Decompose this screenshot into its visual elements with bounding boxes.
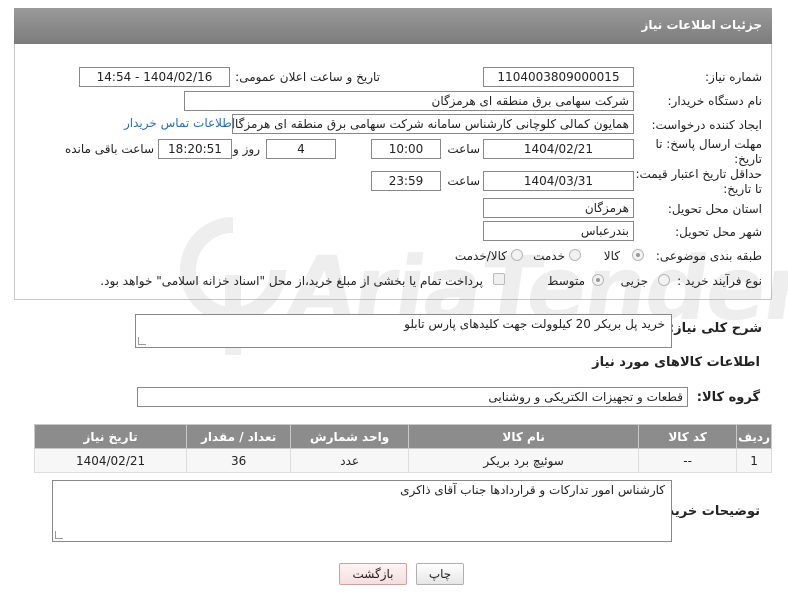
description-label: شرح کلی نیاز:: [668, 321, 762, 336]
description-text: خرید پل بریکر 20 کیلوولت جهت کلیدهای پار…: [404, 317, 665, 331]
validity-time-label: ساعت: [447, 174, 480, 188]
days-field: 4: [266, 139, 336, 159]
deadline-time-label: ساعت: [447, 142, 480, 156]
cell-unit: عدد: [290, 448, 410, 473]
process-option-medium: متوسط: [547, 274, 585, 288]
back-button[interactable]: بازگشت: [339, 563, 407, 585]
goods-group-field: قطعات و تجهیزات الکتریکی و روشنایی: [137, 387, 688, 407]
validity-date-field: 1404/03/31: [483, 171, 634, 191]
description-textarea[interactable]: خرید پل بریکر 20 کیلوولت جهت کلیدهای پار…: [135, 314, 672, 348]
process-option-minor: جزیی: [620, 274, 648, 288]
cell-need-date: 1404/02/21: [33, 448, 188, 473]
buyer-notes-textarea[interactable]: کارشناس امور تدارکات و قراردادها جناب آق…: [52, 480, 672, 542]
city-field: بندرعباس: [483, 221, 634, 241]
deadline-date-field: 1404/02/21: [483, 139, 634, 159]
process-radio-minor[interactable]: [658, 274, 670, 286]
province-label: استان محل تحویل:: [667, 202, 762, 216]
goods-table: ردیف کد کالا نام کالا واحد شمارش تعداد /…: [33, 424, 772, 473]
col-header-name: نام کالا: [408, 424, 640, 449]
col-header-quantity: تعداد / مقدار: [186, 424, 292, 449]
validity-time-field: 23:59: [371, 171, 441, 191]
remaining-time-field: 18:20:51: [158, 139, 232, 159]
announce-date-label: تاریخ و ساعت اعلان عمومی:: [235, 70, 380, 84]
buyer-notes-text: کارشناس امور تدارکات و قراردادها جناب آق…: [400, 483, 665, 497]
col-header-unit: واحد شمارش: [290, 424, 410, 449]
resize-handle-icon[interactable]: [55, 531, 63, 539]
col-header-need-date: تاریخ نیاز: [33, 424, 188, 449]
buyer-contact-link[interactable]: اطلاعات تماس خریدار: [124, 116, 235, 130]
province-field: هرمزگان: [483, 198, 634, 218]
buyer-field: شرکت سهامی برق منطقه ای هرمزگان: [184, 91, 634, 111]
deadline-label: مهلت ارسال پاسخ: تا تاریخ:: [655, 137, 762, 166]
creator-field: همایون کمالی کلوچانی کارشناس سامانه شرکت…: [232, 114, 634, 134]
category-radio-goods[interactable]: [632, 249, 644, 261]
treasury-payment-checkbox[interactable]: [493, 273, 505, 285]
buyer-label: نام دستگاه خریدار:: [667, 94, 763, 108]
cell-quantity: 36: [186, 448, 292, 473]
need-number-label: شماره نیاز:: [705, 70, 762, 84]
cell-row: 1: [736, 448, 772, 473]
need-number-field: 1104003809000015: [483, 67, 634, 87]
cell-name: سوئیچ برد بریکر: [408, 448, 640, 473]
panel-title: جزئیات اطلاعات نیاز: [14, 8, 772, 44]
col-header-row: ردیف: [736, 424, 772, 449]
goods-section-title: اطلاعات کالاهای مورد نیاز: [592, 355, 760, 370]
days-label: روز و: [233, 142, 260, 156]
category-label: طبقه بندی موضوعی:: [655, 249, 762, 263]
validity-label: حداقل تاریخ اعتبار قیمت: تا تاریخ:: [635, 167, 762, 196]
category-option-goods-service: کالا/خدمت: [454, 249, 507, 263]
category-radio-service[interactable]: [569, 249, 581, 261]
col-header-code: کد کالا: [638, 424, 738, 449]
table-row[interactable]: 1 -- سوئیچ برد بریکر عدد 36 1404/02/21: [33, 448, 772, 473]
print-button[interactable]: چاپ: [416, 563, 464, 585]
city-label: شهر محل تحویل:: [675, 225, 762, 239]
goods-group-label: گروه کالا:: [696, 390, 760, 405]
deadline-time-field: 10:00: [371, 139, 441, 159]
process-radio-medium[interactable]: [592, 274, 604, 286]
category-radio-goods-service[interactable]: [511, 249, 523, 261]
category-option-goods: کالا: [603, 249, 620, 263]
announce-date-field: 1404/02/16 - 14:54: [79, 67, 230, 87]
creator-label: ایجاد کننده درخواست:: [651, 118, 762, 132]
remaining-time-label: ساعت باقی مانده: [64, 142, 154, 156]
cell-code: --: [638, 448, 738, 473]
category-option-service: خدمت: [533, 249, 565, 263]
treasury-payment-note: پرداخت تمام یا بخشی از مبلغ خرید،از محل …: [100, 274, 483, 288]
resize-handle-icon[interactable]: [138, 337, 146, 345]
process-label: نوع فرآیند خرید :: [677, 274, 762, 288]
